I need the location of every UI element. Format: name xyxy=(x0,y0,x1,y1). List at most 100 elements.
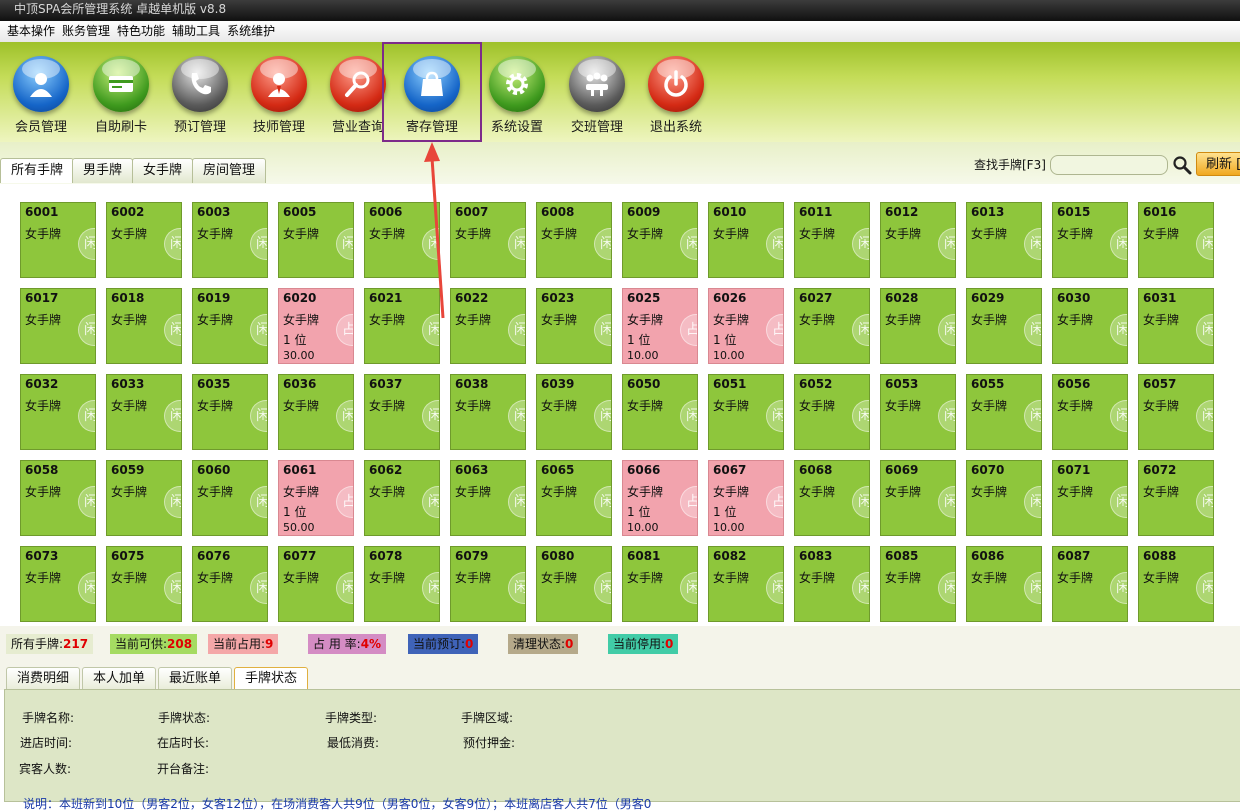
menu-tools[interactable]: 辅助工具 xyxy=(165,21,220,42)
hand-card[interactable]: 6012 女手牌 闲 xyxy=(880,202,956,278)
hand-card[interactable]: 6080 女手牌 闲 xyxy=(536,546,612,622)
status-item: 清理状态:0 xyxy=(508,634,579,654)
hand-card[interactable]: 6015 女手牌 闲 xyxy=(1052,202,1128,278)
self-swipe-card-button[interactable]: 自助刷卡 xyxy=(82,50,160,140)
card-type: 女手牌 xyxy=(283,485,320,499)
hand-card[interactable]: 6020 女手牌 1 位 30.00 占 xyxy=(278,288,354,364)
hand-card[interactable]: 6086 女手牌 闲 xyxy=(966,546,1042,622)
tab-male-cards[interactable]: 男手牌 xyxy=(72,158,134,183)
hand-card[interactable]: 6070 女手牌 闲 xyxy=(966,460,1042,536)
hand-card[interactable]: 6017 女手牌 闲 xyxy=(20,288,96,364)
hand-card[interactable]: 6062 女手牌 闲 xyxy=(364,460,440,536)
hand-card[interactable]: 6072 女手牌 闲 xyxy=(1138,460,1214,536)
refresh-button[interactable]: 刷新 [ xyxy=(1196,152,1240,176)
hand-card[interactable]: 6013 女手牌 闲 xyxy=(966,202,1042,278)
hand-card[interactable]: 6052 女手牌 闲 xyxy=(794,374,870,450)
exit-system-button[interactable]: 退出系统 xyxy=(637,50,715,140)
hand-card[interactable]: 6079 女手牌 闲 xyxy=(450,546,526,622)
hand-card[interactable]: 6003 女手牌 闲 xyxy=(192,202,268,278)
hand-card[interactable]: 6023 女手牌 闲 xyxy=(536,288,612,364)
hand-card[interactable]: 6021 女手牌 闲 xyxy=(364,288,440,364)
hand-card[interactable]: 6066 女手牌 1 位 10.00 占 xyxy=(622,460,698,536)
card-type: 女手牌 xyxy=(799,313,836,327)
hand-card[interactable]: 6083 女手牌 闲 xyxy=(794,546,870,622)
hand-card[interactable]: 6055 女手牌 闲 xyxy=(966,374,1042,450)
tab-all-cards[interactable]: 所有手牌 xyxy=(0,158,75,183)
hand-card[interactable]: 6088 女手牌 闲 xyxy=(1138,546,1214,622)
hand-card[interactable]: 6006 女手牌 闲 xyxy=(364,202,440,278)
menu-features[interactable]: 特色功能 xyxy=(110,21,165,42)
hand-card[interactable]: 6028 女手牌 闲 xyxy=(880,288,956,364)
tab-room-management[interactable]: 房间管理 xyxy=(192,158,267,183)
tab-add-order[interactable]: 本人加单 xyxy=(82,667,157,690)
hand-card[interactable]: 6011 女手牌 闲 xyxy=(794,202,870,278)
search-input[interactable] xyxy=(1050,155,1168,175)
member-management-button[interactable]: 会员管理 xyxy=(2,50,80,140)
hand-card[interactable]: 6037 女手牌 闲 xyxy=(364,374,440,450)
hand-card[interactable]: 6057 女手牌 闲 xyxy=(1138,374,1214,450)
tab-card-status[interactable]: 手牌状态 xyxy=(234,667,309,690)
hand-card[interactable]: 6001 女手牌 闲 xyxy=(20,202,96,278)
hand-card[interactable]: 6025 女手牌 1 位 10.00 占 xyxy=(622,288,698,364)
hand-card[interactable]: 6076 女手牌 闲 xyxy=(192,546,268,622)
hand-card[interactable]: 6036 女手牌 闲 xyxy=(278,374,354,450)
hand-card[interactable]: 6029 女手牌 闲 xyxy=(966,288,1042,364)
card-number: 6055 xyxy=(971,377,1005,391)
storage-management-button[interactable]: 寄存管理 xyxy=(382,42,482,142)
hand-card[interactable]: 6027 女手牌 闲 xyxy=(794,288,870,364)
hand-card[interactable]: 6071 女手牌 闲 xyxy=(1052,460,1128,536)
hand-card[interactable]: 6059 女手牌 闲 xyxy=(106,460,182,536)
technician-management-button[interactable]: 技师管理 xyxy=(240,50,318,140)
booking-management-button[interactable]: 预订管理 xyxy=(161,50,239,140)
menu-maintenance[interactable]: 系统维护 xyxy=(220,21,275,42)
shift-handover-button[interactable]: 交班管理 xyxy=(558,50,636,140)
hand-card[interactable]: 6073 女手牌 闲 xyxy=(20,546,96,622)
hand-card[interactable]: 6016 女手牌 闲 xyxy=(1138,202,1214,278)
hand-card[interactable]: 6087 女手牌 闲 xyxy=(1052,546,1128,622)
hand-card[interactable]: 6002 女手牌 闲 xyxy=(106,202,182,278)
hand-card[interactable]: 6075 女手牌 闲 xyxy=(106,546,182,622)
tab-female-cards[interactable]: 女手牌 xyxy=(132,158,194,183)
hand-card[interactable]: 6007 女手牌 闲 xyxy=(450,202,526,278)
card-type: 女手牌 xyxy=(885,227,922,241)
tab-recent-bills[interactable]: 最近账单 xyxy=(158,667,233,690)
hand-card[interactable]: 6061 女手牌 1 位 50.00 占 xyxy=(278,460,354,536)
hand-card[interactable]: 6038 女手牌 闲 xyxy=(450,374,526,450)
hand-card[interactable]: 6022 女手牌 闲 xyxy=(450,288,526,364)
hand-card[interactable]: 6033 女手牌 闲 xyxy=(106,374,182,450)
hand-card[interactable]: 6026 女手牌 1 位 10.00 占 xyxy=(708,288,784,364)
hand-card[interactable]: 6053 女手牌 闲 xyxy=(880,374,956,450)
hand-card[interactable]: 6069 女手牌 闲 xyxy=(880,460,956,536)
free-stamp-icon: 闲 xyxy=(594,314,611,346)
search-icon[interactable] xyxy=(1172,155,1192,175)
hand-card[interactable]: 6005 女手牌 闲 xyxy=(278,202,354,278)
hand-card[interactable]: 6068 女手牌 闲 xyxy=(794,460,870,536)
hand-card[interactable]: 6082 女手牌 闲 xyxy=(708,546,784,622)
system-settings-button[interactable]: 系统设置 xyxy=(478,50,556,140)
hand-card[interactable]: 6030 女手牌 闲 xyxy=(1052,288,1128,364)
hand-card[interactable]: 6060 女手牌 闲 xyxy=(192,460,268,536)
hand-card[interactable]: 6032 女手牌 闲 xyxy=(20,374,96,450)
hand-card[interactable]: 6058 女手牌 闲 xyxy=(20,460,96,536)
hand-card[interactable]: 6008 女手牌 闲 xyxy=(536,202,612,278)
hand-card[interactable]: 6078 女手牌 闲 xyxy=(364,546,440,622)
hand-card[interactable]: 6077 女手牌 闲 xyxy=(278,546,354,622)
menu-basic-ops[interactable]: 基本操作 xyxy=(0,21,55,42)
hand-card[interactable]: 6063 女手牌 闲 xyxy=(450,460,526,536)
hand-card[interactable]: 6019 女手牌 闲 xyxy=(192,288,268,364)
hand-card[interactable]: 6081 女手牌 闲 xyxy=(622,546,698,622)
hand-card[interactable]: 6065 女手牌 闲 xyxy=(536,460,612,536)
hand-card[interactable]: 6009 女手牌 闲 xyxy=(622,202,698,278)
hand-card[interactable]: 6067 女手牌 1 位 10.00 占 xyxy=(708,460,784,536)
hand-card[interactable]: 6018 女手牌 闲 xyxy=(106,288,182,364)
hand-card[interactable]: 6010 女手牌 闲 xyxy=(708,202,784,278)
hand-card[interactable]: 6051 女手牌 闲 xyxy=(708,374,784,450)
hand-card[interactable]: 6039 女手牌 闲 xyxy=(536,374,612,450)
hand-card[interactable]: 6056 女手牌 闲 xyxy=(1052,374,1128,450)
menu-accounting[interactable]: 账务管理 xyxy=(55,21,110,42)
hand-card[interactable]: 6085 女手牌 闲 xyxy=(880,546,956,622)
hand-card[interactable]: 6031 女手牌 闲 xyxy=(1138,288,1214,364)
tab-consumption-detail[interactable]: 消费明细 xyxy=(6,667,81,690)
hand-card[interactable]: 6035 女手牌 闲 xyxy=(192,374,268,450)
hand-card[interactable]: 6050 女手牌 闲 xyxy=(622,374,698,450)
